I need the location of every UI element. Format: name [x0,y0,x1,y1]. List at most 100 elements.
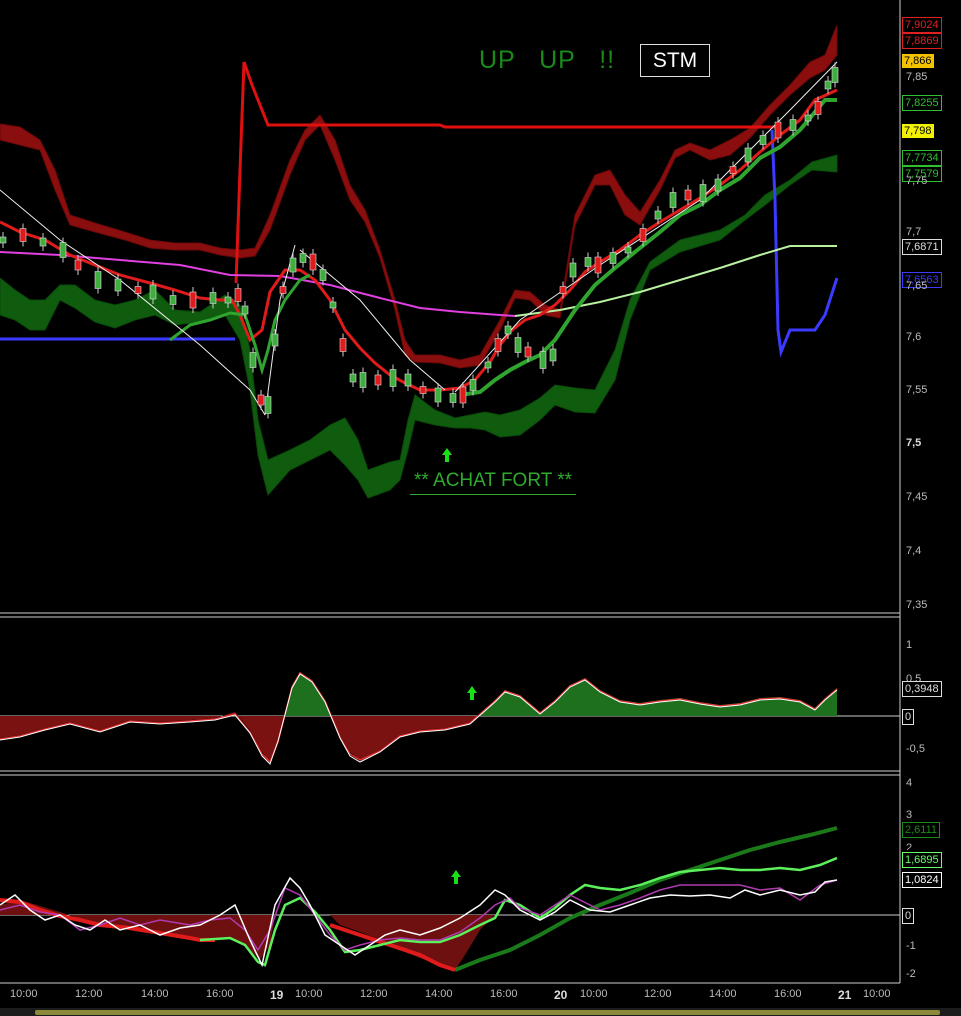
candle [74,259,82,271]
candle [241,305,249,315]
candle [329,301,337,309]
x-tick-day: 21 [838,988,852,1002]
candle [19,228,27,242]
candle [639,228,647,242]
buy-arrow-price [442,448,452,462]
candle [271,333,279,347]
x-tick: 12:00 [644,988,672,1000]
candle [684,189,692,201]
lower-band [0,154,838,499]
candle [39,237,47,247]
candle [494,338,502,352]
candle [559,286,567,294]
candle [804,114,812,122]
x-tick: 16:00 [206,988,234,1000]
mom-green-line [199,856,838,967]
osc-y-tick: 1 [906,639,913,651]
price-tag: 7,866 [902,54,934,68]
candle [169,295,177,305]
mom-last-value: 1,6895 [902,852,942,868]
candle [759,135,767,145]
y-tick: 7,6 [906,331,922,343]
candle [669,192,677,208]
x-tick-day: 19 [270,988,284,1002]
osc-negative-area-2 [330,716,480,760]
x-tick: 16:00 [774,988,802,1000]
osc-y-tick: 0,5 [906,673,922,681]
y-tick: 7,85 [906,71,928,83]
mom-y-tick: -1 [906,940,916,952]
candle [249,352,257,368]
osc-zero-tag: 0 [902,709,915,725]
candle [339,338,347,352]
x-tick: 14:00 [141,988,169,1000]
candle [549,348,557,362]
candle [299,253,307,263]
osc-last-value: 0,3948 [902,681,942,697]
mom-last-value: 2,6111 [902,822,941,838]
candle [714,178,722,192]
candle [831,67,839,83]
candle [434,387,442,403]
candle [459,386,467,404]
candle [514,337,522,353]
osc-y-tick: -0,5 [906,743,925,755]
candle [374,374,382,386]
candle [359,372,367,388]
candle [484,361,492,369]
price-tag: 7,8255 [902,95,942,111]
candle [189,291,197,309]
candle [594,256,602,274]
x-tick: 12:00 [360,988,388,1000]
scrollbar-thumb[interactable] [35,1010,940,1015]
candle [149,284,157,300]
mom-y-tick: 4 [906,777,913,789]
candle [114,278,122,292]
candle [504,325,512,335]
price-tag: 7,6871 [902,239,942,255]
candle [789,119,797,131]
x-tick: 10:00 [10,988,38,1000]
candle [224,296,232,304]
ma-lightgreen [514,245,837,317]
candle [289,257,297,273]
mom-zero-tag: 0 [902,908,915,924]
x-tick: 16:00 [490,988,518,1000]
candle [309,253,317,271]
x-tick: 10:00 [580,988,608,1000]
signal-text: UP UP !! [479,46,616,74]
buy-signal-label: ** ACHAT FORT ** [410,470,577,495]
x-tick: 10:00 [295,988,323,1000]
mom-last-value: 1,0824 [902,872,942,888]
x-tick: 10:00 [863,988,891,1000]
candle [404,373,412,387]
y-tick: 7,65 [906,280,928,292]
y-tick: 7,55 [906,384,928,396]
red-resistance-line [234,61,775,284]
y-tick: 7,5 [906,437,922,449]
candle [654,210,662,220]
candle [234,288,242,302]
price-tag: 7,9024 [902,17,942,33]
mom-y-tick: 3 [906,809,913,821]
candle [389,369,397,387]
candle [609,252,617,264]
x-tick: 14:00 [709,988,737,1000]
price-tag: 7,798 [902,124,934,138]
ticker-box[interactable]: STM [640,44,710,77]
candle [209,292,217,304]
buy-arrow-osc [467,686,477,700]
candle [449,393,457,403]
osc-positive-area-2 [480,678,837,716]
candle [729,166,737,174]
candle [524,346,532,358]
buy-arrow-mom [451,870,461,884]
candle [264,396,272,414]
candle [699,184,707,202]
x-tick: 12:00 [75,988,103,1000]
candle [624,246,632,254]
candle [584,257,592,267]
candle [0,236,7,244]
candle [469,379,477,391]
price-tag: 7,8869 [902,33,942,49]
